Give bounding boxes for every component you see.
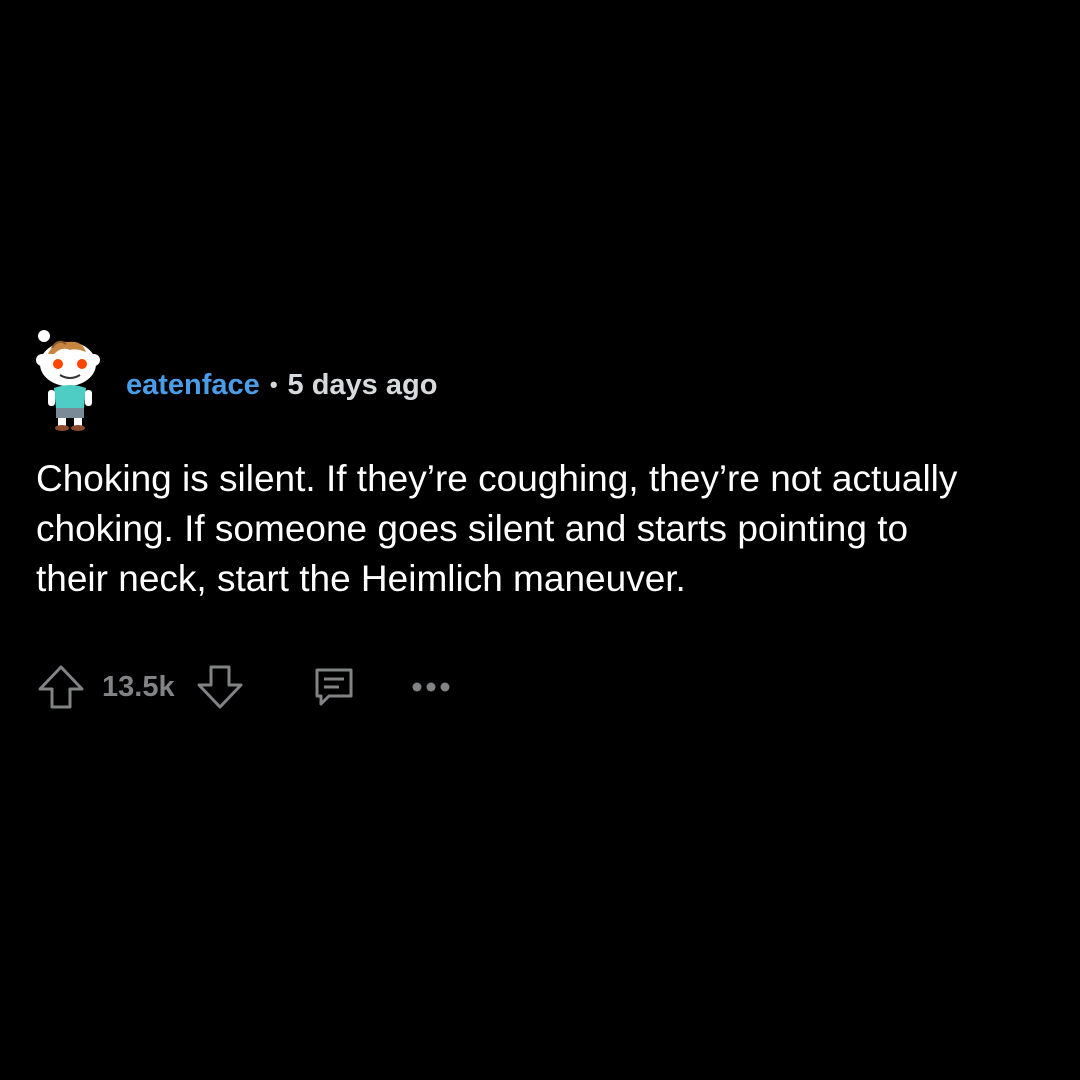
- downvote-button[interactable]: [195, 663, 245, 711]
- meta-separator: •: [269, 372, 278, 397]
- comment-card: eatenface • 5 days ago Choking is silent…: [36, 326, 1046, 712]
- vote-count: 13.5k: [102, 670, 175, 703]
- upvote-arrow-icon: [38, 665, 84, 709]
- comment-meta: eatenface • 5 days ago: [126, 369, 437, 402]
- timestamp: 5 days ago: [287, 368, 438, 401]
- avatar[interactable]: [36, 326, 104, 432]
- downvote-arrow-icon: [197, 665, 243, 709]
- comment-header: eatenface • 5 days ago: [36, 326, 1046, 432]
- reply-button[interactable]: [313, 666, 355, 708]
- more-options-button[interactable]: [411, 681, 451, 693]
- action-bar: 13.5k: [36, 662, 1046, 712]
- more-options-icon: [412, 682, 450, 692]
- snoo-avatar-icon: [36, 330, 100, 431]
- comment-bubble-icon: [315, 668, 353, 706]
- username-link[interactable]: eatenface: [126, 369, 260, 402]
- comment-body: Choking is silent. If they’re coughing, …: [36, 458, 958, 599]
- upvote-button[interactable]: [36, 663, 86, 711]
